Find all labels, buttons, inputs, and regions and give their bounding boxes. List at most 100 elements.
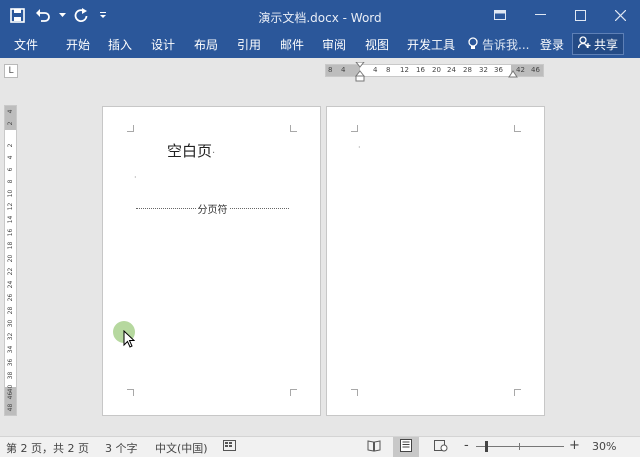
share-label: 共享	[593, 37, 618, 52]
ruler-row: L 8 4 4 8 12 16 20 24 28 32 36 42 46	[0, 58, 640, 82]
page-break-label: 分页符	[197, 204, 228, 216]
zoom-out-button[interactable]: -	[464, 438, 469, 453]
crop-mark	[127, 389, 134, 396]
ruler-number: 36	[7, 358, 14, 367]
tab-design[interactable]: 设计	[151, 36, 175, 53]
crop-mark	[351, 125, 358, 132]
ruler-number: 36	[494, 66, 503, 74]
tab-references[interactable]: 引用	[237, 36, 261, 53]
paragraph-mark: ·	[212, 148, 216, 159]
tab-file[interactable]: 文件	[14, 36, 38, 53]
tab-home[interactable]: 开始	[66, 36, 90, 53]
vertical-ruler[interactable]: 4 2 2 4 6 8 10 12 14 16 18 20 22 24 26 2…	[4, 105, 17, 416]
ruler-number: 18	[7, 241, 14, 250]
right-indent-marker-icon[interactable]	[508, 70, 518, 80]
tab-mailings[interactable]: 邮件	[280, 36, 304, 53]
zoom-level[interactable]: 30%	[592, 440, 616, 453]
person-add-icon	[577, 36, 591, 52]
tab-insert[interactable]: 插入	[108, 36, 132, 53]
crop-mark	[514, 125, 521, 132]
ruler-number: 16	[416, 66, 425, 74]
ruler-number: 14	[7, 215, 14, 224]
crop-mark	[290, 125, 297, 132]
maximize-icon[interactable]	[560, 0, 600, 30]
ruler-number: 6	[7, 167, 14, 172]
ruler-number: 28	[463, 66, 472, 74]
status-bar: 第 2 页，共 2 页 3 个字 中文(中国) - + 30%	[0, 436, 640, 457]
ruler-number: 16	[7, 228, 14, 237]
ruler-number: 48	[7, 403, 14, 412]
document-page-1[interactable]: 空白页· · 分页符	[102, 106, 321, 416]
tab-selector-label: L	[8, 66, 14, 76]
ruler-number: 4	[7, 109, 14, 114]
zoom-slider-midpoint	[519, 443, 520, 450]
heading-text: 空白页	[167, 142, 213, 160]
print-layout-button[interactable]	[393, 437, 419, 457]
close-icon[interactable]	[600, 0, 640, 30]
ruler-number: 8	[328, 66, 333, 74]
share-button[interactable]: 共享	[572, 33, 624, 55]
ruler-number: 12	[7, 202, 14, 211]
document-page-2[interactable]: ·	[326, 106, 545, 416]
page-heading: 空白页·	[167, 140, 215, 161]
ruler-number: 8	[386, 66, 391, 74]
page-break-line	[136, 207, 196, 209]
read-mode-icon	[367, 439, 381, 455]
ruler-number: 24	[7, 280, 14, 289]
zoom-slider-thumb[interactable]	[485, 441, 488, 452]
ruler-number: 30	[7, 319, 14, 328]
page-break: 分页符	[136, 202, 289, 216]
ruler-number: 10	[7, 189, 14, 198]
language-indicator[interactable]: 中文(中国)	[155, 440, 208, 456]
ruler-number: 46	[7, 391, 14, 400]
web-layout-button[interactable]	[428, 437, 454, 457]
ruler-number: 38	[7, 371, 14, 380]
macro-record-icon[interactable]	[223, 439, 236, 455]
zoom-slider[interactable]	[476, 446, 564, 447]
crop-mark	[351, 389, 358, 396]
ruler-number: 2	[7, 121, 14, 126]
ruler-number: 22	[7, 267, 14, 276]
tab-review[interactable]: 审阅	[322, 36, 346, 53]
sign-in-link[interactable]: 登录	[540, 36, 564, 53]
ruler-number: 24	[447, 66, 456, 74]
horizontal-ruler[interactable]: 8 4 4 8 12 16 20 24 28 32 36 42 46	[325, 62, 544, 82]
read-mode-button[interactable]	[361, 437, 387, 457]
tab-view[interactable]: 视图	[365, 36, 389, 53]
web-layout-icon	[434, 439, 448, 455]
tab-layout[interactable]: 布局	[194, 36, 218, 53]
ruler-number: 20	[7, 254, 14, 263]
indent-marker-icon[interactable]	[355, 62, 365, 82]
page-break-line	[229, 207, 289, 209]
ruler-number: 28	[7, 306, 14, 315]
window-controls	[480, 0, 640, 30]
print-layout-icon	[400, 439, 412, 455]
word-count[interactable]: 3 个字	[105, 440, 138, 456]
tab-selector[interactable]: L	[4, 64, 18, 78]
paragraph-mark: ·	[134, 173, 137, 182]
title-bar: 演示文档.docx - Word	[0, 0, 640, 32]
ruler-number: 20	[432, 66, 441, 74]
tell-me-label: 告诉我...	[482, 38, 530, 52]
ruler-number: 34	[7, 345, 14, 354]
ruler-number: 46	[531, 66, 540, 74]
ruler-number: 8	[7, 179, 14, 184]
tab-developer[interactable]: 开发工具	[407, 36, 455, 53]
ruler-number: 32	[479, 66, 488, 74]
minimize-icon[interactable]	[520, 0, 560, 30]
crop-mark	[127, 125, 134, 132]
mouse-cursor-icon	[123, 330, 135, 348]
ruler-number: 32	[7, 332, 14, 341]
ruler-number: 4	[7, 155, 14, 160]
ruler-number: 2	[7, 143, 14, 148]
zoom-in-button[interactable]: +	[569, 438, 580, 453]
ruler-number: 4	[341, 66, 346, 74]
ribbon-display-options-icon[interactable]	[480, 0, 520, 30]
lightbulb-icon	[468, 36, 478, 53]
paragraph-mark: ·	[358, 143, 361, 152]
ruler-number: 26	[7, 293, 14, 302]
page-count[interactable]: 第 2 页，共 2 页	[6, 440, 89, 456]
ruler-number: 12	[400, 66, 409, 74]
crop-mark	[514, 389, 521, 396]
tell-me-box[interactable]: 告诉我...	[468, 36, 529, 53]
